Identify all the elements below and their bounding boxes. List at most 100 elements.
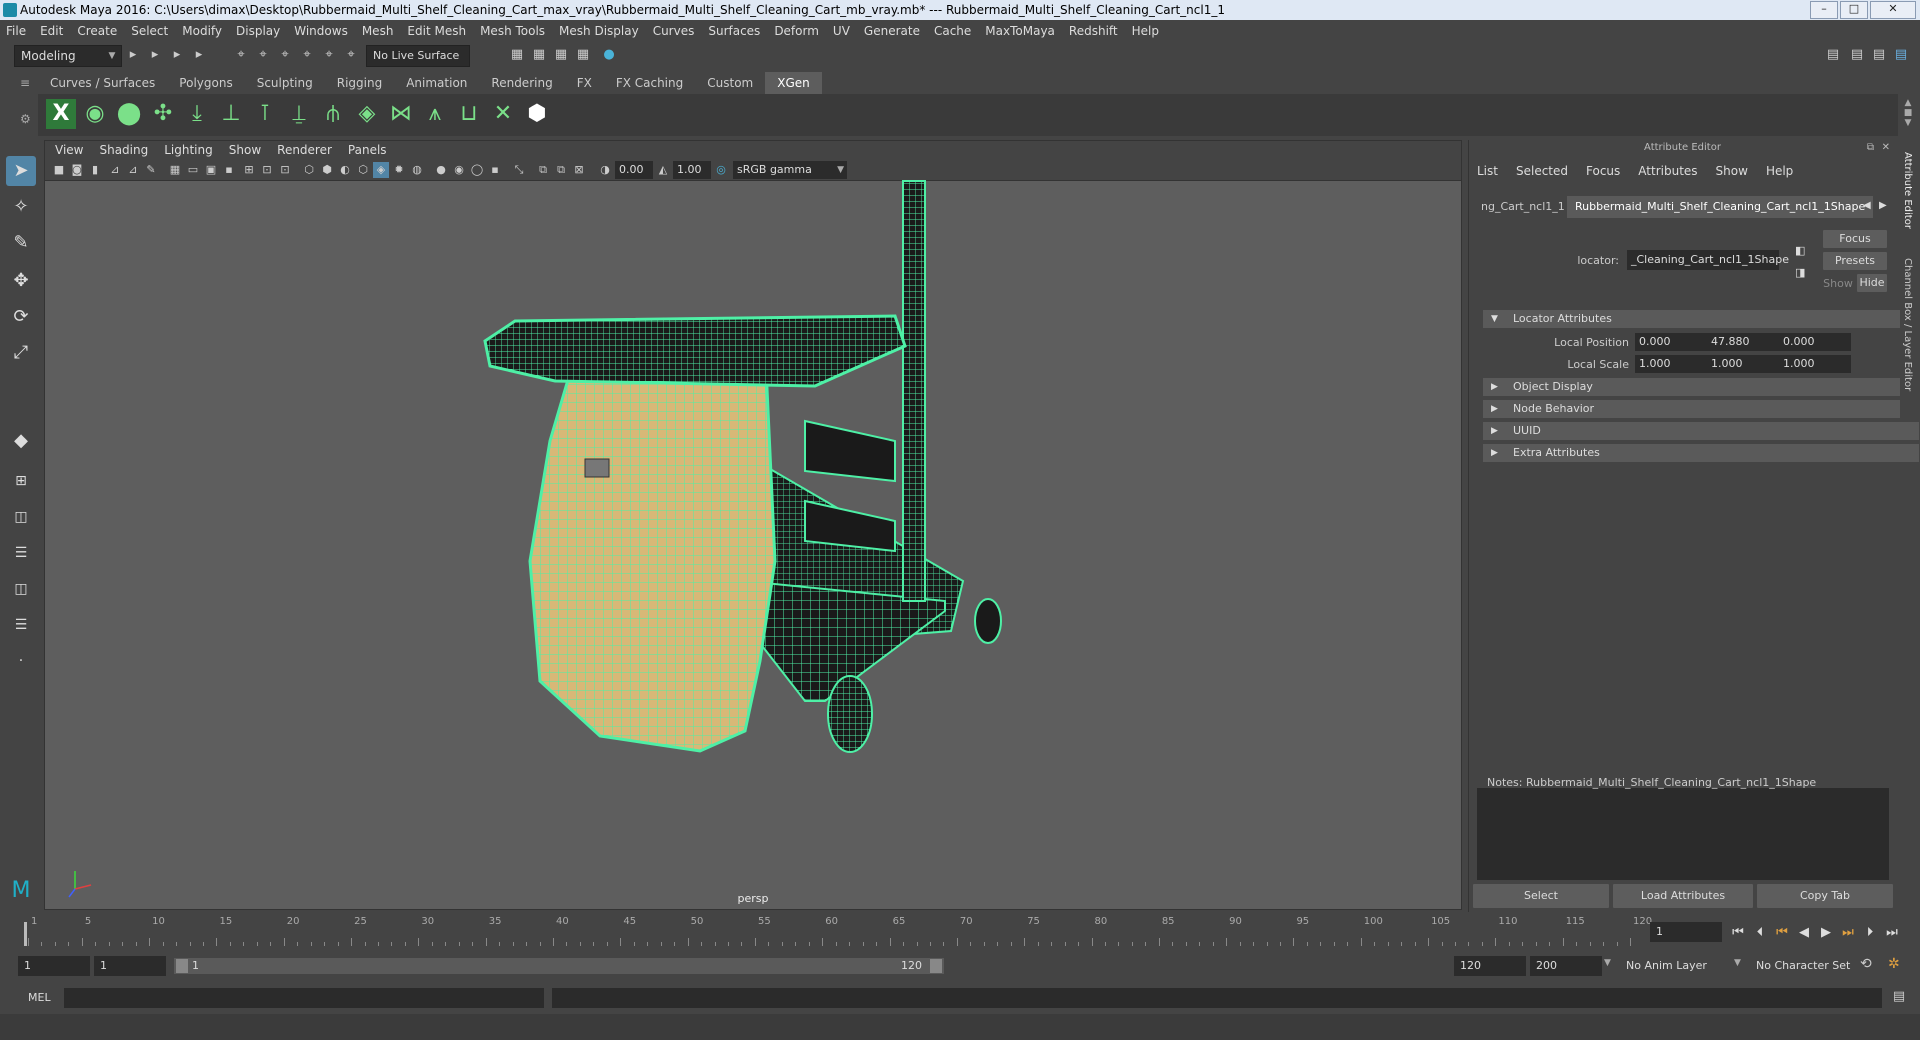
menu-file[interactable]: File [6,24,26,38]
menu-deform[interactable]: Deform [774,24,819,38]
range-slider[interactable]: 1 120 [174,958,944,974]
local-position-y[interactable]: 47.880 [1707,333,1779,351]
shelf-tab-custom[interactable]: Custom [695,72,765,94]
select-object-icon[interactable]: ⌖ [254,46,272,64]
ae-menu-focus[interactable]: Focus [1586,164,1620,178]
sphere-icon[interactable]: ● [600,46,618,64]
live-surface-field[interactable]: No Live Surface [366,45,470,67]
render-settings-icon[interactable]: ▦ [552,46,570,64]
section-node-behavior[interactable]: ▶ Node Behavior [1483,400,1919,418]
workspace-icon[interactable]: ▤ [1824,46,1842,64]
step-forward-frame-icon[interactable]: ⏵ [1860,924,1880,942]
select-hierarchy-icon[interactable]: ⌖ [232,46,250,64]
chevron-down-icon[interactable]: ▼ [1734,958,1741,968]
go-to-end-icon[interactable]: ⏭ [1882,924,1902,942]
shelf-settings-icon[interactable]: ⚙ [20,112,34,126]
ae-menu-help[interactable]: Help [1766,164,1793,178]
time-slider[interactable]: 1 5 10 15 20 25 30 35 40 45 50 55 60 65 70 75 80 85 90 95 10… [20,916,1652,946]
anim-layer-dropdown[interactable]: No Anim Layer [1620,956,1742,976]
ipr-render-icon[interactable]: ▦ [530,46,548,64]
xgen-guide-length-icon[interactable]: ⊥ [216,99,246,129]
section-uuid[interactable]: ▶ UUID [1483,422,1919,440]
character-set-dropdown[interactable]: No Character Set [1750,956,1876,976]
save-icon[interactable]: ▸ [146,46,164,64]
xgen-hex-icon[interactable]: ⬢ [522,99,552,129]
chevron-down-icon[interactable]: ▼ [1604,958,1611,968]
start-time-field[interactable]: 1 [18,956,90,976]
xgen-create-description-icon[interactable]: ⬤ [114,99,144,129]
menu-redshift[interactable]: Redshift [1069,24,1118,38]
xgen-layers-icon[interactable]: ◈ [352,99,382,129]
select-tool-icon[interactable]: ➤ [6,156,36,186]
menu-cache[interactable]: Cache [934,24,971,38]
hide-button[interactable]: Hide [1857,274,1887,292]
menu-display[interactable]: Display [236,24,280,38]
ae-menu-show[interactable]: Show [1716,164,1748,178]
section-locator-attributes[interactable]: ▼ Locator Attributes [1483,310,1919,328]
side-tab-attribute-editor[interactable]: Attribute Editor [1902,152,1913,229]
play-backwards-icon[interactable]: ◀ [1794,924,1814,942]
xgen-delete-guide-icon[interactable]: ✕ [488,99,518,129]
auto-key-icon[interactable]: ⟲ [1860,956,1872,972]
shelf-tab-polygons[interactable]: Polygons [167,72,244,94]
menu-windows[interactable]: Windows [294,24,348,38]
layout-three-icon[interactable]: ◫ [6,574,36,604]
tab-prev-icon[interactable]: ◀ [1863,200,1871,211]
xgen-add-guide-icon[interactable]: ✣ [148,99,178,129]
xgen-lock-guide-icon[interactable]: ⍊ [284,99,314,129]
playback-end-field[interactable]: 120 [1454,956,1526,976]
snap-grid-icon[interactable]: ⌖ [298,46,316,64]
float-panel-icon[interactable]: ⧉ [1867,142,1874,153]
cart-rear-wheel[interactable] [974,598,1002,644]
shelf-tab-rigging[interactable]: Rigging [325,72,394,94]
toolbox-more-icon[interactable]: · [6,646,36,676]
range-end-handle[interactable] [930,959,942,973]
command-input[interactable] [64,988,544,1008]
menu-help[interactable]: Help [1132,24,1159,38]
shelf-tab-animation[interactable]: Animation [394,72,479,94]
cleaning-cart-model[interactable] [483,180,1002,753]
xgen-groom-icon[interactable]: ⩚ [420,99,450,129]
xgen-preview-icon[interactable]: ◉ [80,99,110,129]
node-name-field[interactable]: _Cleaning_Cart_ncl1_1Shape [1627,250,1789,270]
local-position-x[interactable]: 0.000 [1635,333,1707,351]
layout-four-icon[interactable]: ⊞ [6,466,36,496]
undo-icon[interactable]: ▸ [168,46,186,64]
close-panel-icon[interactable]: ✕ [1882,142,1890,153]
local-scale-y[interactable]: 1.000 [1707,355,1779,373]
menu-curves[interactable]: Curves [653,24,695,38]
presets-button[interactable]: Presets [1823,252,1887,270]
xgen-move-guide-icon[interactable]: ⤓ [182,99,212,129]
hypershade-icon[interactable]: ▦ [574,46,592,64]
shelf-tab-sculpting[interactable]: Sculpting [245,72,325,94]
select-button[interactable]: Select [1473,884,1609,908]
side-tab-channel-box[interactable]: Channel Box / Layer Editor [1902,258,1913,391]
menu-create[interactable]: Create [77,24,117,38]
close-button[interactable]: ✕ [1870,1,1916,19]
shelf-tab-fx-caching[interactable]: FX Caching [604,72,695,94]
rotate-tool-icon[interactable]: ⟳ [6,302,36,332]
menu-mesh-tools[interactable]: Mesh Tools [480,24,545,38]
minimize-button[interactable]: – [1810,1,1838,19]
menu-generate[interactable]: Generate [864,24,920,38]
script-editor-icon[interactable]: ▤ [1890,989,1908,1007]
section-extra-attributes[interactable]: ▶ Extra Attributes [1483,444,1919,462]
ae-tab-shape[interactable]: Rubbermaid_Multi_Shelf_Cleaning_Cart_ncl… [1567,196,1873,218]
menu-uv[interactable]: UV [833,24,850,38]
xgen-editor-icon[interactable]: X [46,99,76,129]
shelf-tab-rendering[interactable]: Rendering [479,72,564,94]
attribute-editor-toggle-icon[interactable]: ▤ [1892,46,1910,64]
viewport-scene[interactable] [45,141,1462,910]
menu-surfaces[interactable]: Surfaces [708,24,760,38]
play-forwards-icon[interactable]: ▶ [1816,924,1836,942]
go-to-start-icon[interactable]: ⏮ [1728,924,1748,942]
render-frame-icon[interactable]: ▦ [508,46,526,64]
end-time-field[interactable]: 200 [1530,956,1602,976]
layout-graph-icon[interactable]: ☰ [6,610,36,640]
layout-single-icon[interactable]: ◆ [6,426,36,456]
ae-tab-transform[interactable]: ng_Cart_ncl1_1 [1473,196,1575,218]
outliner-toggle-icon[interactable]: ▤ [1848,46,1866,64]
focus-button[interactable]: Focus [1823,230,1887,248]
menu-edit[interactable]: Edit [40,24,63,38]
layout-outliner-icon[interactable]: ☰ [6,538,36,568]
